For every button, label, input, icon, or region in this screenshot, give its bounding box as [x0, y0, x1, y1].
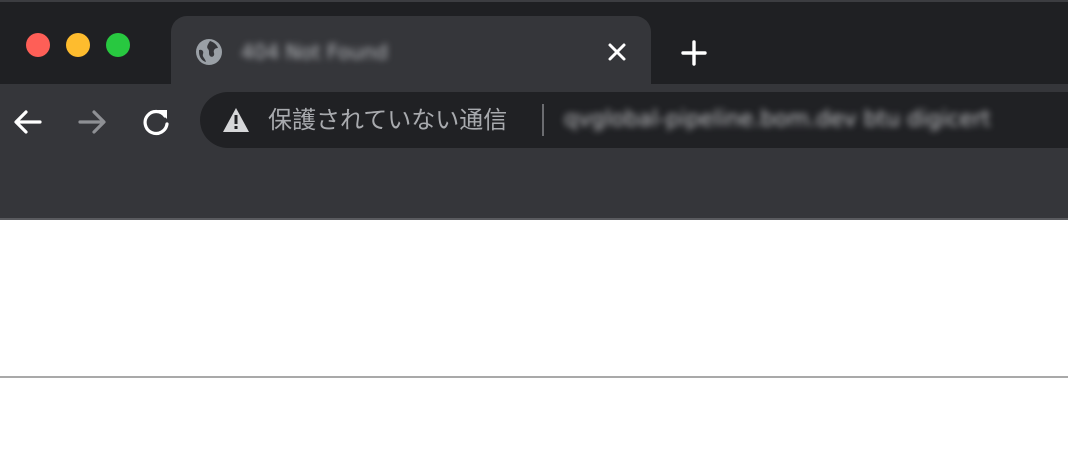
- window-maximize-button[interactable]: [106, 33, 130, 57]
- tab-strip: 404 Not Found: [0, 0, 1068, 86]
- globe-icon: [196, 39, 222, 65]
- tab-title: 404 Not Found: [241, 40, 389, 64]
- omnibox-divider: [542, 104, 544, 136]
- warning-triangle-icon[interactable]: [222, 107, 250, 133]
- security-status-label[interactable]: 保護されていない通信: [268, 105, 507, 135]
- horizontal-rule: [0, 376, 1068, 378]
- close-icon[interactable]: [603, 38, 631, 66]
- reload-icon[interactable]: [138, 104, 174, 140]
- url-text[interactable]: qvglobal-pipeline.bom.dev btu digicert: [564, 105, 991, 135]
- browser-window: 404 Not Found 保護されていない通信 qvglobal-pipeli…: [0, 0, 1068, 454]
- arrow-left-icon[interactable]: [10, 104, 46, 140]
- arrow-right-icon[interactable]: [74, 104, 110, 140]
- tab-active[interactable]: 404 Not Found: [171, 16, 651, 86]
- address-bar[interactable]: 保護されていない通信 qvglobal-pipeline.bom.dev btu…: [200, 92, 1068, 148]
- toolbar: 保護されていない通信 qvglobal-pipeline.bom.dev btu…: [0, 84, 1068, 220]
- page-content: [0, 220, 1068, 454]
- window-close-button[interactable]: [26, 33, 50, 57]
- window-minimize-button[interactable]: [66, 33, 90, 57]
- new-tab-plus-icon[interactable]: [678, 37, 710, 69]
